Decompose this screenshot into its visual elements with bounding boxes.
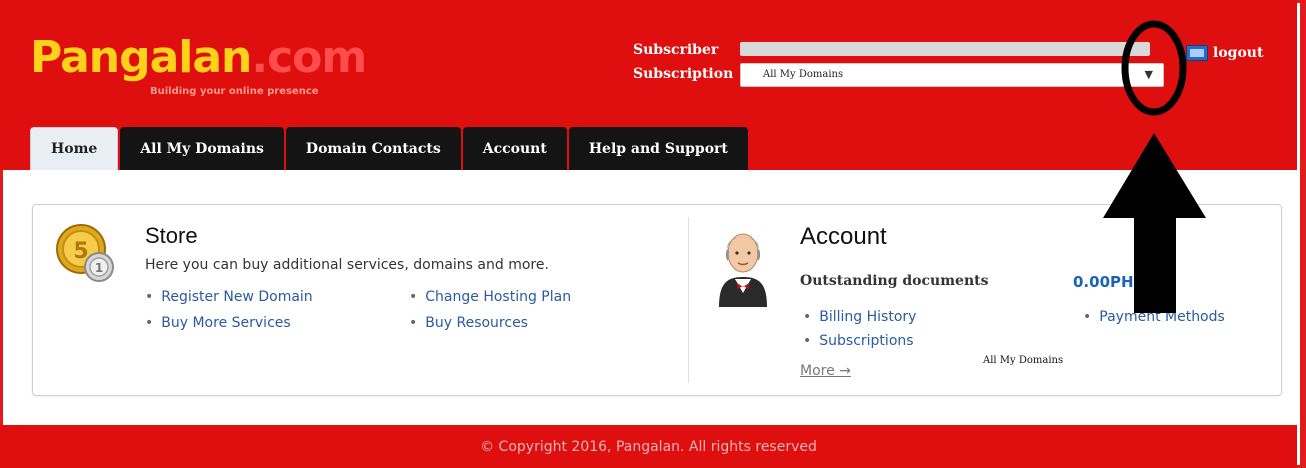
link-buy-resources[interactable]: • Buy Resources bbox=[409, 315, 528, 331]
account-title: Account bbox=[800, 223, 887, 250]
tab-help-and-support[interactable]: Help and Support bbox=[568, 127, 748, 170]
tab-domain-contacts[interactable]: Domain Contacts bbox=[285, 127, 461, 170]
tooltip-text: All My Domains bbox=[983, 355, 1064, 366]
chevron-down-icon[interactable]: ▼ bbox=[1145, 68, 1153, 81]
link-payment-methods[interactable]: • Payment Methods bbox=[1083, 309, 1225, 325]
logout-icon bbox=[1186, 45, 1208, 61]
store-description: Here you can buy additional services, do… bbox=[145, 257, 549, 273]
footer: © Copyright 2016, Pangalan. All rights r… bbox=[0, 425, 1297, 468]
logout-link[interactable]: logout bbox=[1186, 45, 1263, 61]
copyright-text: © Copyright 2016, Pangalan. All rights r… bbox=[480, 438, 817, 455]
link-billing-history[interactable]: • Billing History bbox=[803, 309, 916, 325]
link-subscriptions[interactable]: • Subscriptions bbox=[803, 333, 914, 349]
logo-tagline: Building your online presence bbox=[150, 86, 319, 97]
subscriber-label: Subscriber bbox=[633, 42, 719, 58]
tab-home[interactable]: Home bbox=[30, 127, 119, 170]
subscription-label: Subscription bbox=[633, 66, 734, 82]
subscription-select[interactable]: All My Domains ▼ bbox=[740, 63, 1164, 87]
link-buy-more-services[interactable]: • Buy More Services bbox=[145, 315, 291, 331]
panel-divider bbox=[688, 217, 689, 383]
svg-text:1: 1 bbox=[95, 261, 103, 275]
link-change-hosting-plan[interactable]: • Change Hosting Plan bbox=[409, 289, 571, 305]
coin-icon: 5 1 bbox=[56, 224, 114, 282]
link-register-new-domain[interactable]: • Register New Domain bbox=[145, 289, 313, 305]
subscriber-value-redacted bbox=[740, 42, 1150, 56]
header: Pangalan.com Building your online presen… bbox=[0, 0, 1297, 170]
store-title: Store bbox=[145, 223, 198, 248]
outstanding-amount: 0.00PH bbox=[1073, 273, 1134, 291]
logo-text: Pangalan.com bbox=[30, 32, 367, 83]
more-link[interactable]: More → bbox=[800, 363, 851, 379]
logout-label: logout bbox=[1213, 45, 1264, 61]
subscription-selected-value: All My Domains bbox=[763, 69, 844, 80]
outstanding-documents-label: Outstanding documents bbox=[800, 273, 989, 289]
tab-account[interactable]: Account bbox=[462, 127, 567, 170]
dashboard-panel: 5 1 Store Here you can buy additional se… bbox=[32, 204, 1282, 396]
logo[interactable]: Pangalan.com Building your online presen… bbox=[30, 32, 367, 104]
tab-all-my-domains[interactable]: All My Domains bbox=[120, 127, 284, 170]
main-nav-tabs: Home All My Domains Domain Contacts Acco… bbox=[30, 127, 748, 170]
butler-avatar-icon bbox=[719, 233, 767, 307]
